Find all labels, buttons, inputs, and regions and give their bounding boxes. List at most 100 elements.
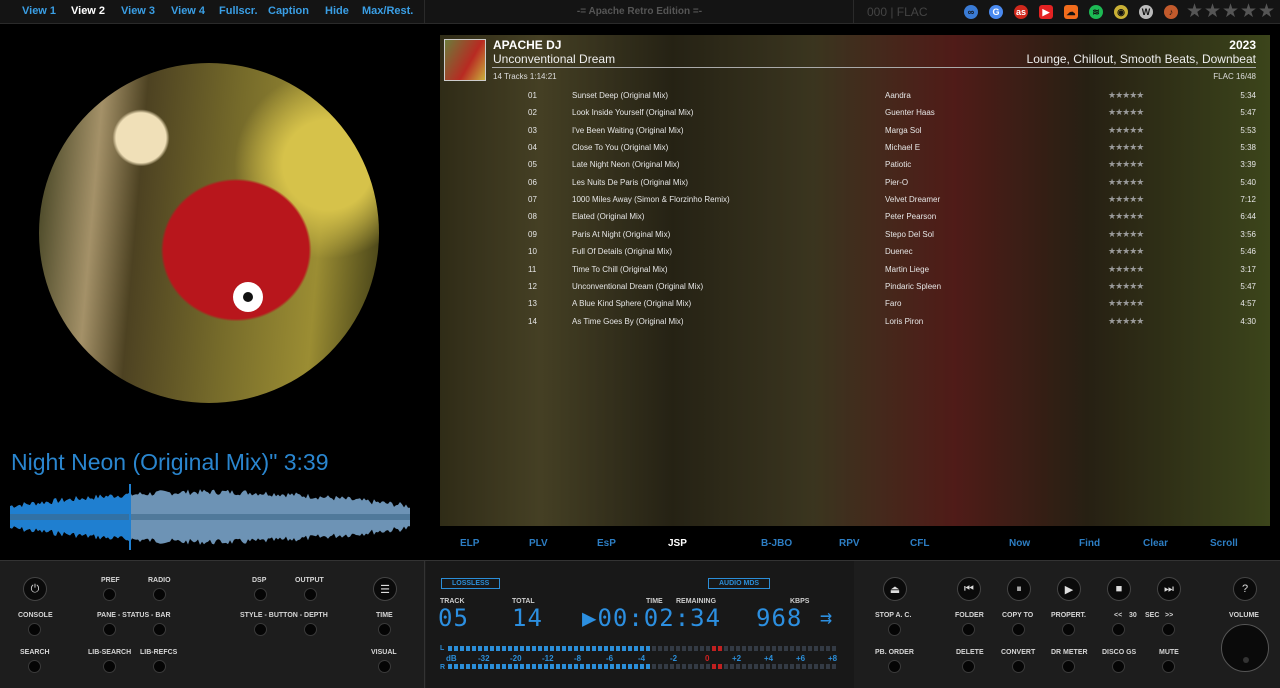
- track-rating-stars-icon[interactable]: ★★★★★: [1108, 107, 1144, 118]
- track-rating-stars-icon[interactable]: ★★★★★: [1108, 246, 1144, 257]
- google-icon[interactable]: G: [989, 5, 1003, 19]
- discogs-icon[interactable]: ◉: [1114, 5, 1128, 19]
- track-row[interactable]: 10 Full Of Details (Original Mix) Duenec 5:…: [440, 243, 1270, 260]
- nav-caption[interactable]: Caption: [268, 5, 309, 17]
- track-rating-stars-icon[interactable]: ★★★★★: [1108, 142, 1144, 153]
- track-row[interactable]: 13 A Blue Kind Sphere (Original Mix) Faro 4…: [440, 295, 1270, 312]
- nav-view-3[interactable]: View 3: [121, 5, 155, 17]
- discogs-button[interactable]: [1112, 660, 1125, 673]
- link-icon[interactable]: ∞: [964, 5, 978, 19]
- track-row[interactable]: 08 Elated (Original Mix) Peter Pearson 6:44…: [440, 208, 1270, 225]
- youtube-icon[interactable]: ▶: [1039, 5, 1053, 19]
- tab-find[interactable]: Find: [1079, 538, 1100, 549]
- lib-search-button[interactable]: [103, 660, 116, 673]
- track-row[interactable]: 11 Time To Chill (Original Mix) Martin Lie…: [440, 261, 1270, 278]
- tab-cfl[interactable]: CFL: [910, 538, 929, 549]
- track-rating-stars-icon[interactable]: ★★★★★: [1108, 194, 1144, 205]
- tab-rpv[interactable]: RPV: [839, 538, 860, 549]
- track-row[interactable]: 02 Look Inside Yourself (Original Mix) Gue…: [440, 104, 1270, 121]
- track-rating-stars-icon[interactable]: ★★★★★: [1108, 159, 1144, 170]
- elapsed-time[interactable]: ▶00:02:34: [582, 604, 721, 632]
- arrows-icon[interactable]: ⇉: [820, 605, 833, 629]
- lastfm-icon[interactable]: as: [1014, 5, 1028, 19]
- visual-button[interactable]: [378, 660, 391, 673]
- tab-now[interactable]: Now: [1009, 538, 1030, 549]
- spotify-icon[interactable]: ≋: [1089, 5, 1103, 19]
- rating-star-icon[interactable]: ★: [1186, 2, 1203, 21]
- pause-icon[interactable]: ⏸: [1007, 577, 1031, 601]
- output-button[interactable]: [304, 588, 317, 601]
- track-row[interactable]: 07 1000 Miles Away (Simon & Florzinho Rem…: [440, 191, 1270, 208]
- wikipedia-icon[interactable]: W: [1139, 5, 1153, 19]
- track-row[interactable]: 14 As Time Goes By (Original Mix) Loris Pi…: [440, 313, 1270, 330]
- pane-button[interactable]: [103, 623, 116, 636]
- track-rating-stars-icon[interactable]: ★★★★★: [1108, 177, 1144, 188]
- tab-clear[interactable]: Clear: [1143, 538, 1168, 549]
- radio-button[interactable]: [153, 588, 166, 601]
- tab-elp[interactable]: ELP: [460, 538, 479, 549]
- tab-scroll[interactable]: Scroll: [1210, 538, 1238, 549]
- status-bar-button[interactable]: [153, 623, 166, 636]
- rating-star-icon[interactable]: ★: [1204, 2, 1221, 21]
- waveform-seekbar[interactable]: [10, 484, 410, 550]
- nav-hide[interactable]: Hide: [325, 5, 349, 17]
- track-rating-stars-icon[interactable]: ★★★★★: [1108, 281, 1144, 292]
- rating-star-icon[interactable]: ★: [1240, 2, 1257, 21]
- menu-icon[interactable]: ☰: [373, 577, 397, 601]
- track-row[interactable]: 04 Close To You (Original Mix) Michael E 5:…: [440, 139, 1270, 156]
- track-row[interactable]: 12 Unconventional Dream (Original Mix) Pin…: [440, 278, 1270, 295]
- tab-b-jbo[interactable]: B-JBO: [761, 538, 792, 549]
- track-row[interactable]: 01 Sunset Deep (Original Mix) Aandra 5:34 ★★…: [440, 87, 1270, 104]
- convert-button[interactable]: [1012, 660, 1025, 673]
- track-rating-stars-icon[interactable]: ★★★★★: [1108, 264, 1144, 275]
- album-art-disc[interactable]: [39, 63, 379, 403]
- lib-refcs-button[interactable]: [153, 660, 166, 673]
- track-rating-stars-icon[interactable]: ★★★★★: [1108, 211, 1144, 222]
- playback-order-button[interactable]: [888, 660, 901, 673]
- search-button[interactable]: [28, 660, 41, 673]
- track-row[interactable]: 05 Late Night Neon (Original Mix) Patiotic…: [440, 156, 1270, 173]
- mute-button[interactable]: [1162, 660, 1175, 673]
- seek-back-button[interactable]: [1112, 623, 1125, 636]
- volume-knob[interactable]: [1221, 624, 1269, 672]
- dsp-button[interactable]: [254, 588, 267, 601]
- track-rating-stars-icon[interactable]: ★★★★★: [1108, 316, 1144, 327]
- nav-view-1[interactable]: View 1: [22, 5, 56, 17]
- nav-view-4[interactable]: View 4: [171, 5, 205, 17]
- play-icon[interactable]: ▶: [1057, 577, 1081, 601]
- nav-view-2[interactable]: View 2: [71, 5, 105, 17]
- time-button[interactable]: [378, 623, 391, 636]
- nav-max-restore[interactable]: Max/Rest.: [362, 5, 413, 17]
- track-row[interactable]: 09 Paris At Night (Original Mix) Stepo Del…: [440, 226, 1270, 243]
- pref-button[interactable]: [103, 588, 116, 601]
- tab-plv[interactable]: PLV: [529, 538, 548, 549]
- dr-meter-button[interactable]: [1062, 660, 1075, 673]
- style-button[interactable]: [254, 623, 267, 636]
- power-button[interactable]: ⏻: [23, 577, 47, 601]
- track-rating-stars-icon[interactable]: ★★★★★: [1108, 229, 1144, 240]
- nav-fullscreen[interactable]: Fullscr.: [219, 5, 258, 17]
- folder-button[interactable]: [962, 623, 975, 636]
- tab-esp[interactable]: EsP: [597, 538, 616, 549]
- track-rating-stars-icon[interactable]: ★★★★★: [1108, 298, 1144, 309]
- tab-jsp[interactable]: JSP: [668, 538, 687, 549]
- soundcloud-icon[interactable]: ☁: [1064, 5, 1078, 19]
- stop-after-current-button[interactable]: [888, 623, 901, 636]
- rating-star-icon[interactable]: ★: [1222, 2, 1239, 21]
- properties-button[interactable]: [1062, 623, 1075, 636]
- track-row[interactable]: 06 Les Nuits De Paris (Original Mix) Pier-…: [440, 174, 1270, 191]
- previous-icon[interactable]: ⏮: [957, 577, 981, 601]
- track-rating-stars-icon[interactable]: ★★★★★: [1108, 125, 1144, 136]
- track-rating-stars-icon[interactable]: ★★★★★: [1108, 90, 1144, 101]
- rating-star-icon[interactable]: ★: [1258, 2, 1275, 21]
- help-icon[interactable]: ?: [1233, 577, 1257, 601]
- delete-button[interactable]: [962, 660, 975, 673]
- stop-icon[interactable]: ■: [1107, 577, 1131, 601]
- track-row[interactable]: 03 I've Been Waiting (Original Mix) Marga …: [440, 122, 1270, 139]
- console-button[interactable]: [28, 623, 41, 636]
- next-icon[interactable]: ⏭: [1157, 577, 1181, 601]
- seek-forward-button[interactable]: [1162, 623, 1175, 636]
- eject-icon[interactable]: ⏏: [883, 577, 907, 601]
- musicbrainz-icon[interactable]: ♪: [1164, 5, 1178, 19]
- copy-to-button[interactable]: [1012, 623, 1025, 636]
